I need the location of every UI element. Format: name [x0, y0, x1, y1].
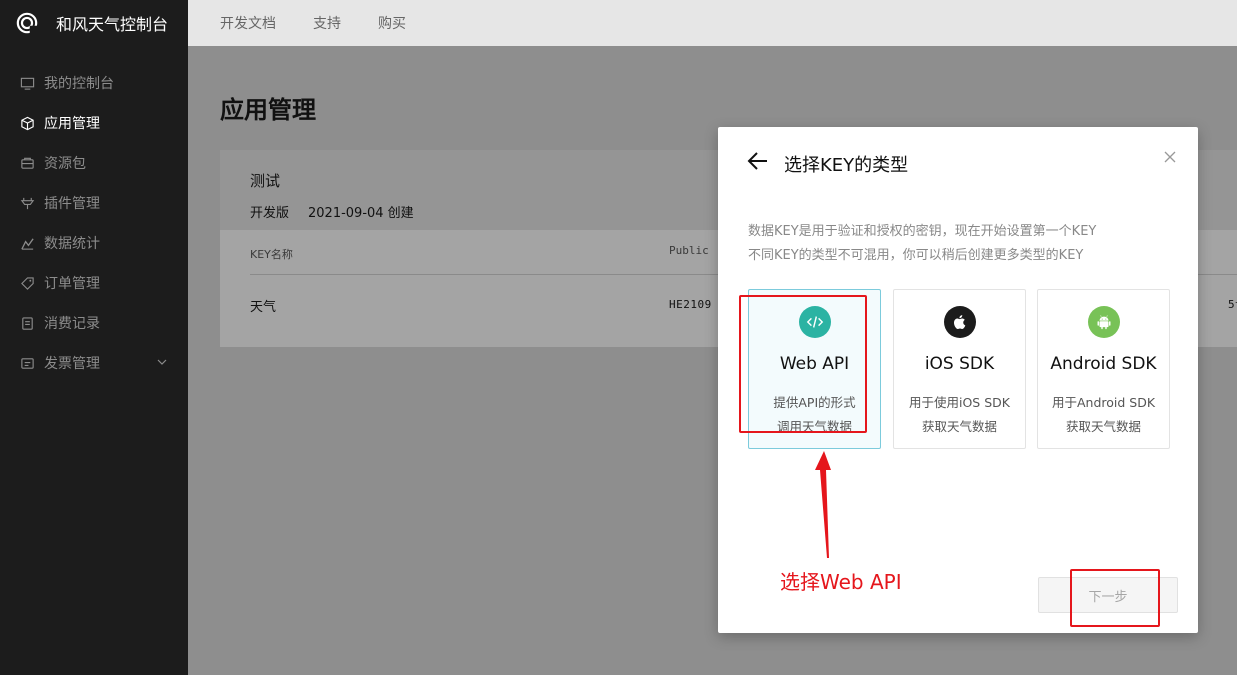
sidebar-item-label: 消费记录 — [44, 316, 100, 332]
table-cell-key-name: 天气 — [250, 300, 277, 315]
annotation-box-next — [1070, 569, 1160, 627]
sidebar-item-label: 订单管理 — [44, 276, 100, 292]
key-type-desc-line1: 用于使用iOS SDK — [909, 395, 1010, 410]
sidebar-item-label: 我的控制台 — [44, 76, 114, 92]
nav-link-docs[interactable]: 开发文档 — [220, 13, 276, 33]
monitor-icon — [19, 75, 35, 91]
sidebar-item-resource-pack[interactable]: 资源包 — [0, 143, 188, 183]
back-arrow-icon[interactable] — [746, 149, 770, 173]
key-type-card-android-sdk[interactable]: Android SDK 用于Android SDK 获取天气数据 — [1037, 289, 1170, 449]
sidebar-item-label: 应用管理 — [44, 116, 100, 132]
app-created-date: 2021-09-04 创建 — [308, 206, 414, 221]
page-title: 应用管理 — [220, 96, 316, 124]
column-header-public: Public — [669, 244, 709, 257]
android-icon — [1087, 306, 1120, 338]
key-type-name: iOS SDK — [924, 354, 995, 374]
sidebar-item-app-management[interactable]: 应用管理 — [0, 103, 188, 143]
key-type-card-ios-sdk[interactable]: iOS SDK 用于使用iOS SDK 获取天气数据 — [893, 289, 1026, 449]
cube-icon — [19, 115, 35, 131]
stats-icon — [19, 235, 35, 251]
sidebar-item-label: 数据统计 — [44, 236, 100, 252]
key-type-desc-line2: 获取天气数据 — [921, 419, 997, 434]
sidebar-item-dashboard[interactable]: 我的控制台 — [0, 63, 188, 103]
app-name: 测试 — [250, 172, 281, 190]
top-nav: 开发文档 支持 购买 — [188, 0, 1237, 46]
plugin-icon — [19, 195, 35, 211]
chevron-down-icon[interactable] — [156, 356, 168, 368]
invoice-icon — [19, 355, 35, 371]
dialog-title: 选择KEY的类型 — [784, 155, 909, 176]
brand[interactable]: 和风天气控制台 — [0, 0, 188, 45]
close-icon[interactable] — [1164, 151, 1176, 163]
sidebar-item-statistics[interactable]: 数据统计 — [0, 223, 188, 263]
sidebar: 和风天气控制台 我的控制台 应用管理 资源包 插件管理 数据统计 订单管理 消费… — [0, 0, 188, 675]
annotation-label: 选择Web API — [780, 570, 902, 594]
sidebar-item-label: 资源包 — [44, 156, 86, 172]
sidebar-item-orders[interactable]: 订单管理 — [0, 263, 188, 303]
tag-icon — [19, 275, 35, 291]
brand-title: 和风天气控制台 — [56, 14, 169, 34]
package-icon — [19, 155, 35, 171]
nav-link-purchase[interactable]: 购买 — [378, 13, 406, 33]
sidebar-item-invoices[interactable]: 发票管理 — [0, 343, 188, 383]
dialog-description-line1: 数据KEY是用于验证和授权的密钥，现在开始设置第一个KEY — [748, 224, 1097, 239]
qweather-logo-icon — [16, 12, 38, 33]
receipt-icon — [19, 315, 35, 331]
app-env-badge: 开发版 — [250, 206, 290, 221]
nav-link-support[interactable]: 支持 — [313, 13, 341, 33]
sidebar-nav: 我的控制台 应用管理 资源包 插件管理 数据统计 订单管理 消费记录 发票管理 — [0, 63, 188, 383]
sidebar-item-label: 插件管理 — [44, 196, 100, 212]
dialog-description-line2: 不同KEY的类型不可混用，你可以稍后创建更多类型的KEY — [748, 248, 1084, 263]
table-cell-key-tail: 5fd10: — [1228, 298, 1237, 311]
column-header-key-name: KEY名称 — [250, 248, 293, 261]
apple-icon — [943, 306, 976, 338]
sidebar-item-consumption[interactable]: 消费记录 — [0, 303, 188, 343]
key-type-name: Android SDK — [1050, 354, 1157, 374]
key-type-desc-line2: 获取天气数据 — [1065, 419, 1141, 434]
sidebar-item-label: 发票管理 — [44, 356, 100, 372]
sidebar-item-plugins[interactable]: 插件管理 — [0, 183, 188, 223]
annotation-box-web-api — [739, 295, 867, 433]
key-type-desc-line1: 用于Android SDK — [1051, 395, 1156, 410]
table-cell-public-key: HE2109 — [669, 298, 712, 311]
